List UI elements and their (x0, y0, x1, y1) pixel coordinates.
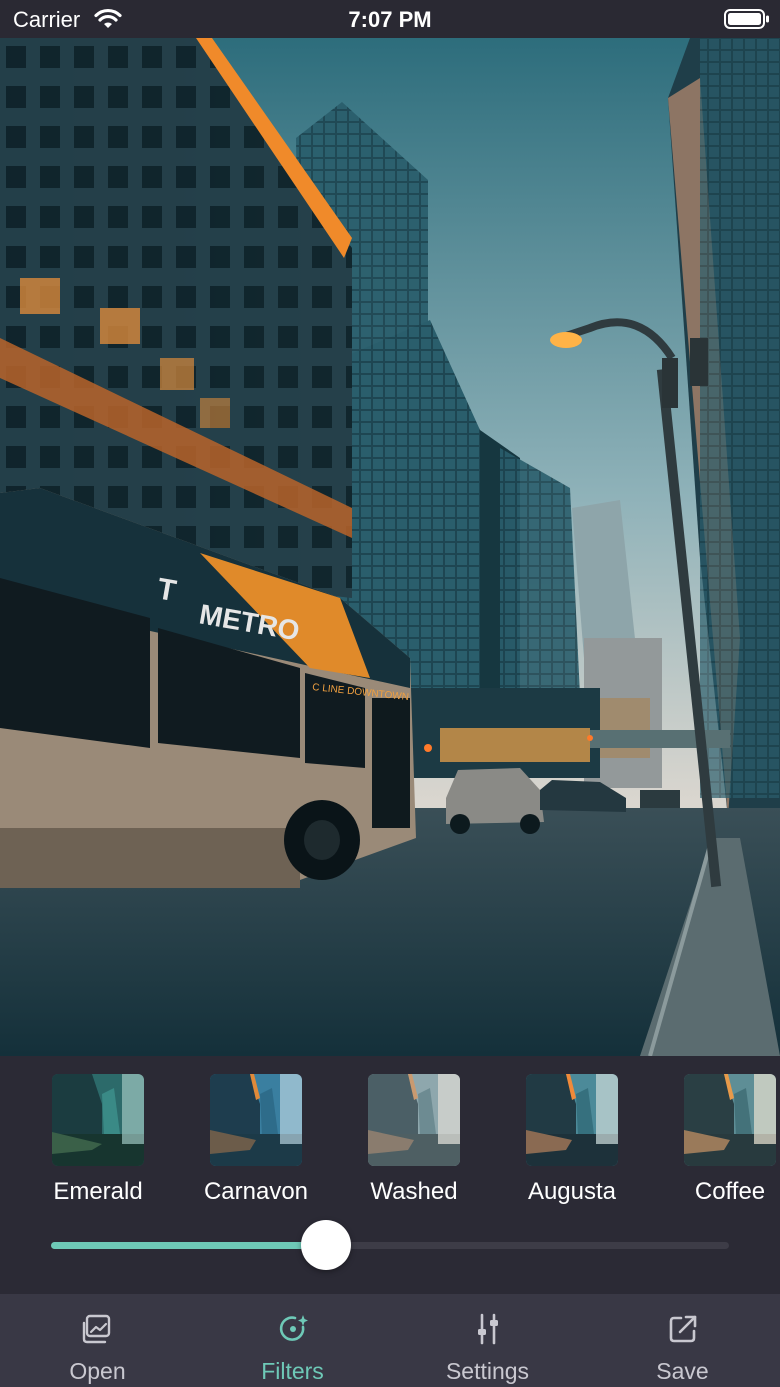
filter-carnavon[interactable]: Carnavon (186, 1074, 326, 1206)
filter-thumbnail[interactable] (368, 1074, 460, 1166)
slider-fill (51, 1242, 326, 1249)
filter-thumbnail[interactable] (684, 1074, 776, 1166)
filter-label: Emerald (53, 1178, 143, 1205)
filter-thumbnail[interactable] (526, 1074, 618, 1166)
filter-label: Augusta (527, 1178, 617, 1205)
filter-label: Coffee (694, 1178, 766, 1205)
tab-open[interactable]: Open (0, 1294, 195, 1387)
intensity-slider[interactable] (51, 1220, 729, 1270)
share-out-icon (669, 1315, 697, 1343)
status-time: 7:07 PM (348, 7, 432, 32)
filter-thumbnail[interactable] (52, 1074, 144, 1166)
filter-list: Emerald Carnavon Washed Augusta Coffee (0, 1074, 780, 1214)
tab-label: Save (656, 1358, 709, 1384)
filter-augusta[interactable]: Augusta (502, 1074, 642, 1206)
filter-emerald[interactable]: Emerald (28, 1074, 168, 1206)
filter-label: Washed (370, 1178, 458, 1205)
filter-coffee[interactable]: Coffee (660, 1074, 780, 1206)
filter-thumbnail[interactable] (210, 1074, 302, 1166)
tab-label: Settings (445, 1358, 530, 1384)
photo-check-icon (82, 1314, 111, 1344)
filter-label: Carnavon (203, 1178, 309, 1205)
tab-bar: Open Filters Settings Save (0, 1294, 780, 1387)
filter-sparkle-icon (279, 1315, 308, 1341)
tab-filters[interactable]: Filters (195, 1294, 390, 1387)
tab-settings[interactable]: Settings (390, 1294, 585, 1387)
tab-save[interactable]: Save (585, 1294, 780, 1387)
tab-label: Filters (261, 1358, 324, 1384)
battery-icon (724, 9, 769, 29)
tab-label: Open (69, 1358, 126, 1384)
slider-thumb[interactable] (301, 1220, 351, 1270)
filter-washed[interactable]: Washed (344, 1074, 484, 1206)
photo-preview[interactable]: METRO T C LINE DOWNTOWN (0, 38, 780, 1056)
sliders-icon (478, 1313, 498, 1345)
status-bar: Carrier 7:07 PM (0, 0, 780, 38)
